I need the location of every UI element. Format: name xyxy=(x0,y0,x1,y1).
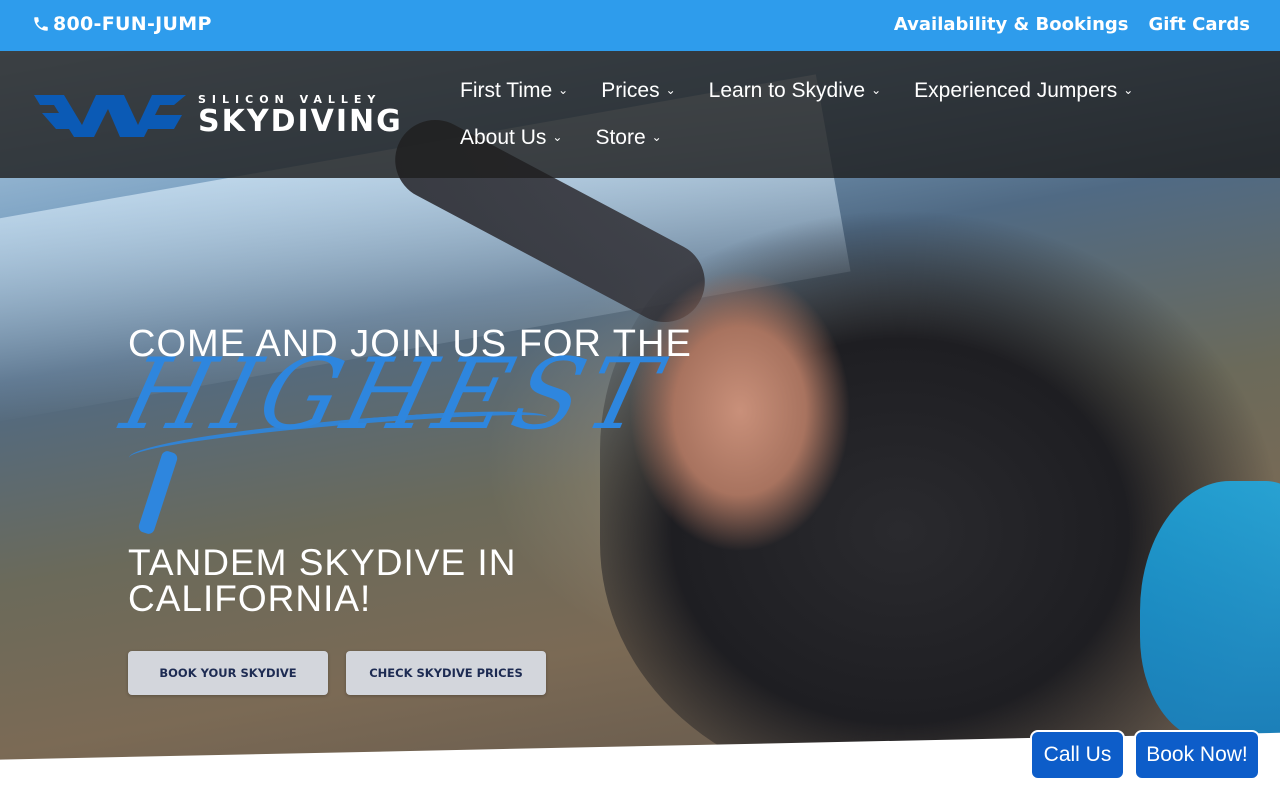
svs-logo-icon xyxy=(34,94,186,137)
chevron-down-icon: ⌄ xyxy=(665,83,676,97)
chevron-down-icon: ⌄ xyxy=(1123,83,1134,97)
nav-item-label: First Time xyxy=(460,79,553,102)
nav-item-store[interactable]: Store ⌄ xyxy=(595,124,661,151)
chevron-down-icon: ⌄ xyxy=(558,83,569,97)
phone-icon xyxy=(34,17,48,31)
check-skydive-prices-button[interactable]: CHECK SKYDIVE PRICES xyxy=(346,651,546,695)
hero-headline-bottom: TANDEM SKYDIVE IN CALIFORNIA! xyxy=(128,542,517,619)
call-us-button[interactable]: Call Us xyxy=(1030,730,1125,780)
chevron-down-icon: ⌄ xyxy=(651,130,662,144)
nav-item-label: Store xyxy=(595,126,646,149)
gift-cards-link[interactable]: Gift Cards xyxy=(1149,14,1250,35)
chevron-down-icon: ⌄ xyxy=(871,83,882,97)
book-your-skydive-button[interactable]: BOOK YOUR SKYDIVE xyxy=(128,651,328,695)
book-now-button[interactable]: Book Now! xyxy=(1134,730,1260,780)
nav-item-label: Prices xyxy=(601,79,660,102)
top-bar: 800-FUN-JUMP Availability & Bookings Gif… xyxy=(0,0,1280,51)
chevron-down-icon: ⌄ xyxy=(552,130,563,144)
nav-item-label: Experienced Jumpers xyxy=(914,79,1118,102)
phone-link[interactable]: 800-FUN-JUMP xyxy=(32,13,212,35)
nav-item-experienced-jumpers[interactable]: Experienced Jumpers ⌄ xyxy=(914,77,1133,104)
availability-bookings-link[interactable]: Availability & Bookings xyxy=(894,14,1129,35)
nav-item-learn-to-skydive[interactable]: Learn to Skydive ⌄ xyxy=(709,77,882,104)
site-logo[interactable]: SILICON VALLEY SKYDIVING xyxy=(34,93,403,138)
nav-item-first-time[interactable]: First Time ⌄ xyxy=(460,77,568,104)
phone-number: 800-FUN-JUMP xyxy=(53,13,212,35)
logo-title: SKYDIVING xyxy=(198,104,403,139)
nav-item-label: About Us xyxy=(460,126,547,149)
nav-item-about-us[interactable]: About Us ⌄ xyxy=(460,124,562,151)
main-nav: SILICON VALLEY SKYDIVING First Time ⌄ Pri… xyxy=(0,51,1280,178)
nav-menu: First Time ⌄ Prices ⌄ Learn to Skydive ⌄ Ex… xyxy=(460,77,1260,151)
nav-item-prices[interactable]: Prices ⌄ xyxy=(601,77,675,104)
hero-script-word: HIGHEST xyxy=(111,338,675,452)
nav-item-label: Learn to Skydive xyxy=(708,79,866,102)
